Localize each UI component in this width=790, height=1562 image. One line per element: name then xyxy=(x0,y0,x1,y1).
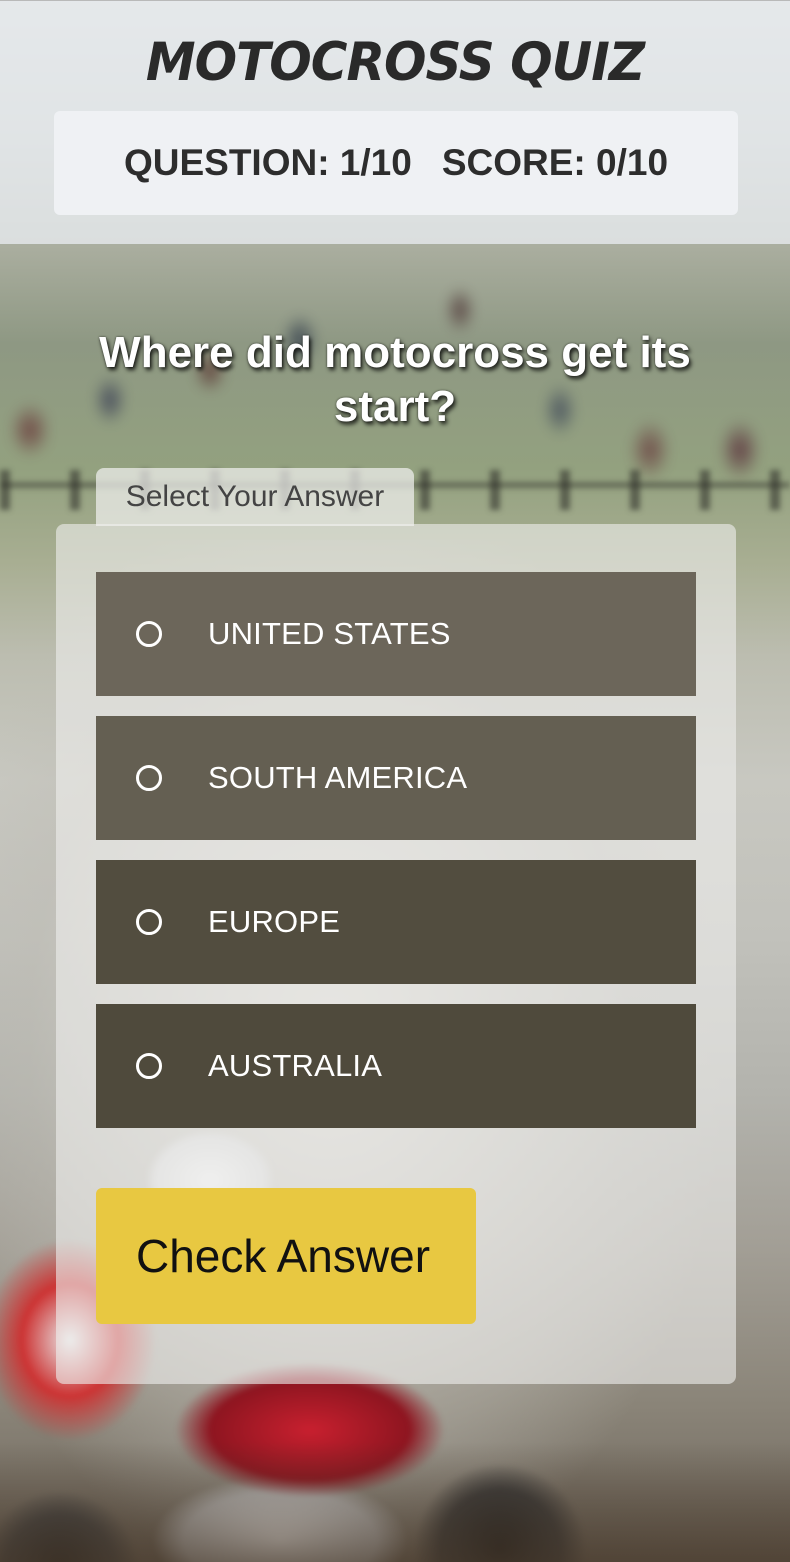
answer-legend: Select Your Answer xyxy=(96,468,414,526)
quiz-header: MOTOCROSS QUIZ QUESTION: 1/10 SCORE: 0/1… xyxy=(0,0,790,244)
answer-option-united-states[interactable]: UNITED STATES xyxy=(96,572,696,696)
background-dirt xyxy=(0,1442,790,1562)
score-counter: SCORE: 0/10 xyxy=(441,142,669,183)
answer-option-label: AUSTRALIA xyxy=(208,1048,383,1083)
radio-button[interactable] xyxy=(136,1053,162,1079)
question-counter: QUESTION: 1/10 xyxy=(123,142,412,183)
answer-option-label: UNITED STATES xyxy=(208,616,451,651)
answer-option-europe[interactable]: EUROPE xyxy=(96,860,696,984)
radio-button[interactable] xyxy=(136,765,162,791)
answer-option-label: SOUTH AMERICA xyxy=(208,760,468,795)
radio-button[interactable] xyxy=(136,621,162,647)
answer-option-australia[interactable]: AUSTRALIA xyxy=(96,1004,696,1128)
check-answer-button[interactable]: Check Answer xyxy=(96,1188,476,1324)
radio-button[interactable] xyxy=(136,909,162,935)
answer-option-label: EUROPE xyxy=(208,904,341,939)
answer-option-south-america[interactable]: SOUTH AMERICA xyxy=(96,716,696,840)
status-box: QUESTION: 1/10 SCORE: 0/10 xyxy=(54,111,738,215)
question-text: Where did motocross get its start? xyxy=(99,328,691,431)
page-title: MOTOCROSS QUIZ xyxy=(145,31,645,93)
